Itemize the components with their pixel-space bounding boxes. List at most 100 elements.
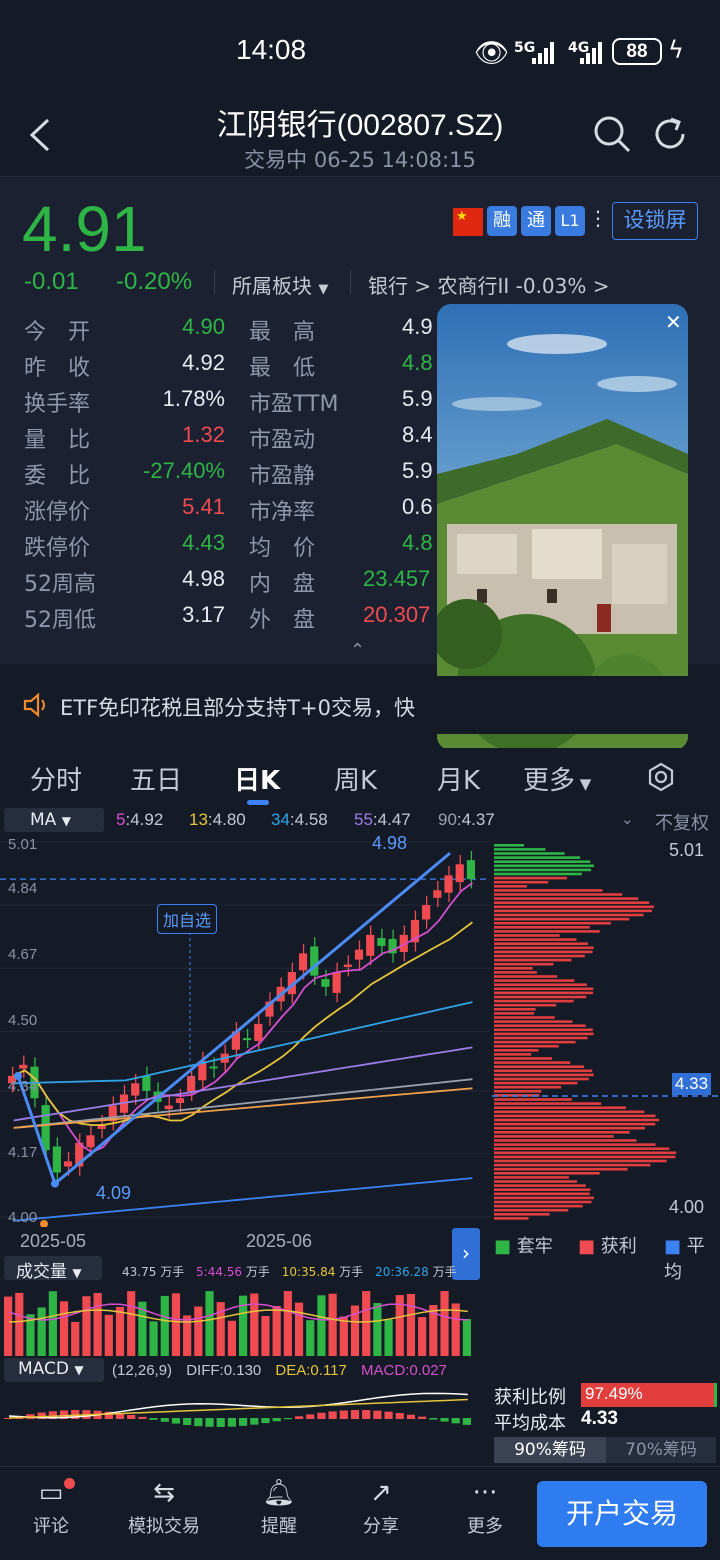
- chip-bar: [494, 1172, 600, 1175]
- nav-share[interactable]: ↗ 分享: [348, 1478, 414, 1538]
- settings-icon[interactable]: [646, 762, 676, 792]
- macd-bar: [194, 1418, 203, 1427]
- chip-bar: [494, 987, 594, 991]
- add-watchlist-marker[interactable]: 加自选: [157, 904, 218, 934]
- quote-label: 52周高: [24, 572, 96, 597]
- candle: [142, 1075, 151, 1091]
- chip-bar: [494, 1192, 590, 1196]
- battery-indicator: 88: [612, 38, 662, 65]
- nav-more[interactable]: ··· 更多: [452, 1478, 518, 1538]
- chip-bar: [494, 1098, 572, 1101]
- quote-label: 52周低: [24, 608, 96, 633]
- chip-bar: [494, 946, 594, 950]
- eye-icon: 👁: [474, 36, 510, 69]
- quote-value: 0.6: [402, 494, 433, 519]
- quote-value: 4.9: [402, 314, 433, 339]
- sector-path-link[interactable]: 银行 > 农商行II -0.03% >: [368, 270, 610, 299]
- ma-value: 55:4.47: [354, 810, 411, 829]
- volume-bar: [171, 1293, 181, 1356]
- chip-bar: [494, 991, 594, 995]
- search-icon[interactable]: [592, 114, 632, 154]
- macd-bar: [183, 1418, 192, 1426]
- quote-value: 4.90: [182, 314, 225, 339]
- macd-bar: [171, 1418, 181, 1424]
- quote-label: 市净率: [249, 500, 316, 525]
- tab-daily-k[interactable]: 日K: [234, 760, 280, 797]
- quote-value: 1.78%: [162, 386, 225, 411]
- quote-label: 量 比: [24, 428, 91, 453]
- volume-bar: [261, 1315, 270, 1356]
- chevron-down-icon: ▼: [72, 1266, 82, 1280]
- chip-bar: [494, 868, 592, 872]
- nav-comments[interactable]: ▭ 评论: [18, 1478, 84, 1538]
- more-badges-icon[interactable]: ⋮: [588, 206, 608, 230]
- chip-bar: [494, 921, 611, 925]
- chip-bar: [494, 1159, 667, 1163]
- ma-line: [13, 1087, 473, 1129]
- chip-bar: [494, 1135, 614, 1138]
- tab-weekly-k[interactable]: 周K: [334, 760, 377, 797]
- quote-label: 跌停价: [24, 536, 91, 561]
- badge-level1[interactable]: L1: [555, 206, 585, 236]
- chevron-down-icon: ▼: [61, 814, 71, 828]
- volume-bar: [328, 1293, 337, 1356]
- volume-bar: [4, 1296, 13, 1356]
- close-icon[interactable]: ✕: [665, 310, 682, 334]
- volume-bar: [283, 1291, 292, 1356]
- lock-screen-button[interactable]: 设锁屏: [612, 202, 698, 240]
- quote-value: 4.43: [182, 530, 225, 555]
- chip-bar: [494, 1188, 591, 1191]
- chip-bar: [494, 864, 594, 868]
- nav-alerts[interactable]: 🔔︎ 提醒: [246, 1478, 312, 1538]
- chip-tab-90[interactable]: 90%筹码: [494, 1437, 606, 1463]
- quote-label: 最 低: [249, 356, 316, 381]
- macd-bar: [227, 1418, 236, 1427]
- chip-bar: [494, 995, 587, 999]
- candle: [343, 964, 352, 967]
- tab-intraday[interactable]: 分时: [30, 760, 82, 797]
- quote-value: 4.8: [402, 530, 433, 555]
- legend-profit: ■ 获利: [578, 1236, 637, 1257]
- open-account-trade-button[interactable]: 开户交易: [537, 1481, 707, 1547]
- badge-margin[interactable]: 融: [487, 206, 517, 236]
- quote-value: 4.98: [182, 566, 225, 591]
- chip-bar: [494, 913, 644, 917]
- collapse-chevron-icon[interactable]: ⌃: [350, 640, 365, 661]
- chevron-down-icon[interactable]: ⌄: [621, 810, 634, 828]
- macd-bar: [418, 1416, 427, 1419]
- chip-bar: [494, 901, 650, 904]
- chip-tab-70[interactable]: 70%筹码: [606, 1437, 716, 1463]
- chip-bar: [494, 889, 603, 892]
- y-tick-label: 4.00: [8, 1209, 38, 1226]
- chip-bar: [494, 1081, 578, 1085]
- chip-bar: [494, 1032, 594, 1036]
- profit-ratio-label: 获利比例: [494, 1387, 566, 1408]
- quote-label: 外 盘: [249, 608, 316, 633]
- badge-connect[interactable]: 通: [521, 206, 551, 236]
- candlestick-chart[interactable]: [0, 832, 490, 1227]
- quote-value: -27.40%: [143, 458, 225, 483]
- volume-bar: [451, 1303, 460, 1356]
- avg-cost-value: 4.33: [581, 1408, 618, 1429]
- chip-bar: [494, 1200, 592, 1204]
- quote-value: 5.9: [402, 386, 433, 411]
- avg-cost-label: 平均成本: [494, 1413, 566, 1434]
- divider: [214, 270, 215, 294]
- chevron-down-icon: ▼: [74, 1363, 84, 1377]
- chip-bar: [494, 1036, 588, 1040]
- nav-simulated-trading[interactable]: ⇆ 模拟交易: [118, 1478, 210, 1538]
- tab-five-day[interactable]: 五日: [130, 760, 182, 797]
- chip-bar: [494, 930, 600, 933]
- profit-ratio-value: 97.49%: [585, 1384, 643, 1403]
- macd-bar: [205, 1418, 214, 1427]
- chip-bar: [494, 1163, 651, 1167]
- tab-more[interactable]: 更多 ▼: [523, 760, 591, 797]
- candle: [164, 1105, 173, 1110]
- refresh-icon[interactable]: [651, 114, 691, 154]
- sector-dropdown[interactable]: 所属板块 ▼: [232, 270, 328, 299]
- tab-monthly-k[interactable]: 月K: [437, 760, 480, 797]
- chip-bar: [494, 1016, 555, 1019]
- chip-bar: [494, 1167, 628, 1171]
- volume-bar: [160, 1295, 169, 1356]
- chip-bar: [494, 975, 558, 978]
